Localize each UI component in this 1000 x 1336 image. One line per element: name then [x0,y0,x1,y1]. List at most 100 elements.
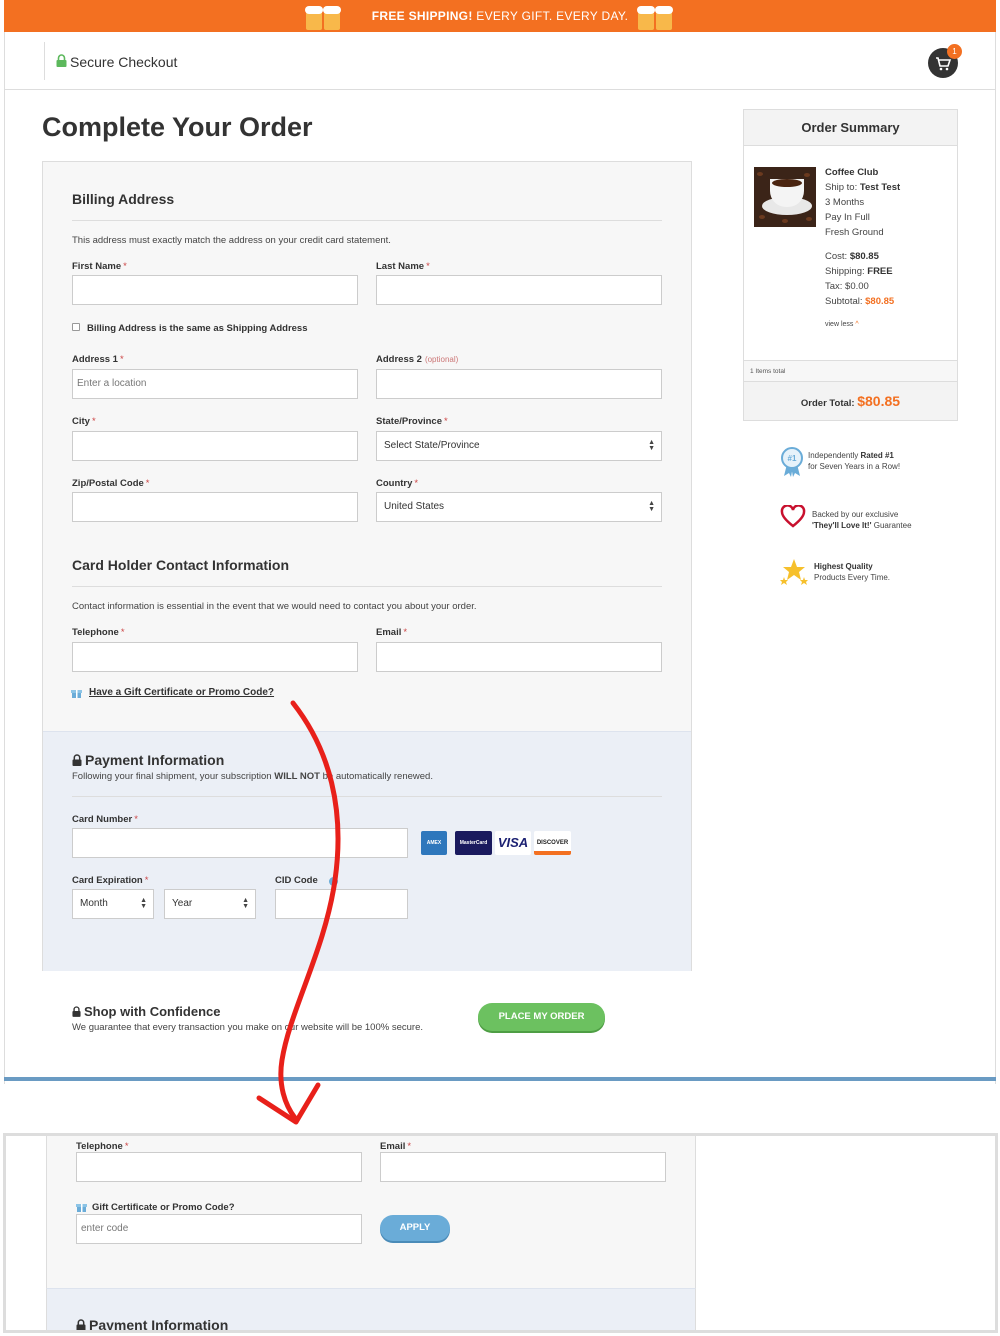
gift-icon [71,690,82,698]
stars-icon [780,559,808,585]
promo-code-input[interactable]: enter code [76,1214,362,1244]
select-arrows-icon: ▲ ▼ [648,500,655,513]
promo-banner: FREE SHIPPING! EVERY GIFT. EVERY DAY. [4,0,996,32]
duration: 3 Months [825,197,865,208]
address1-input[interactable]: Enter a location [72,369,358,399]
select-arrows-icon: ▲ ▼ [140,897,147,910]
telephone-input[interactable] [72,642,358,672]
card-number-input[interactable] [72,828,408,858]
state-label: State/Province * [376,416,448,427]
zoomed-detail: Telephone * Email * Gift Certificate or Pr… [3,1133,998,1333]
amex-logo-icon: AMEX [421,831,447,855]
discover-logo-icon: DISCOVER [534,831,571,855]
select-arrows-icon: ▲ ▼ [242,897,249,910]
promo-strong: FREE SHIPPING! [371,9,473,23]
product-name: Coffee Club [825,167,879,178]
same-as-shipping-checkbox[interactable] [72,323,80,331]
zoom-email-label: Email * [380,1141,412,1152]
grind-type: Fresh Ground [825,227,884,238]
country-select[interactable]: United States ▲ ▼ [376,492,662,522]
footer-divider [4,1077,996,1081]
secure-checkout-title: Secure Checkout [70,54,178,70]
year-select[interactable]: Year ▲ ▼ [164,889,256,919]
lock-icon [76,1319,86,1330]
promo-rest: EVERY GIFT. EVERY DAY. [472,9,629,23]
badge-text: Independently Rated #1 for Seven Years in… [808,451,901,471]
help-icon[interactable] [329,877,338,886]
order-total: Order Total: $80.85 [744,382,957,420]
apply-button[interactable]: APPLY [380,1215,450,1241]
city-input[interactable] [72,431,358,461]
cost: Cost: $80.85 [825,251,879,262]
shipping: Shipping: FREE [825,266,893,277]
cid-code-label: CID Code [275,875,318,886]
visa-logo-icon: VISA [495,831,531,855]
order-summary-title: Order Summary [744,110,957,146]
payment-title: Payment Information [85,752,225,768]
zoom-telephone-label: Telephone * [76,1141,129,1152]
badge-text: Highest Quality Products Every Time. [814,562,891,582]
heart-icon [780,504,806,528]
lock-icon [72,1006,81,1017]
promo-code-link[interactable]: Have a Gift Certificate or Promo Code? [89,687,274,698]
billing-note: This address must exactly match the addr… [72,235,391,246]
confidence-title: Shop with Confidence [84,1004,221,1019]
confidence-note: We guarantee that every transaction you … [72,1022,423,1033]
contact-note: Contact information is essential in the … [72,601,477,612]
guarantee-badge: Backed by our exclusive 'They'll Love It!… [780,504,970,539]
country-label: Country * [376,478,419,489]
billing-address-title: Billing Address [72,191,175,207]
select-arrows-icon: ▲ ▼ [648,439,655,452]
tax: Tax: $0.00 [825,281,869,292]
order-summary: Order Summary Coffee Club Ship to: Test … [743,109,958,421]
beer-mug-icon [302,6,342,30]
svg-text:#1: #1 [788,454,797,463]
subtotal: Subtotal: $80.85 [825,296,895,307]
payment-note: Following your final shipment, your subs… [72,771,433,782]
card-expiration-label: Card Expiration * [72,875,149,886]
last-name-input[interactable] [376,275,662,305]
telephone-label: Telephone * [72,627,125,638]
rated-number-one-badge: #1 Independently Rated #1 for Seven Years… [780,446,970,480]
same-as-shipping-label: Billing Address is the same as Shipping … [87,323,308,334]
city-label: City * [72,416,96,427]
gift-icon [76,1204,87,1212]
first-name-input[interactable] [72,275,358,305]
coffee-cup-image [754,167,816,227]
checkout-form: Billing Address This address must exactl… [42,161,692,971]
chevron-up-icon: ^ [855,321,859,328]
beer-mug-icon [634,6,674,30]
zoom-payment-title: Payment Information [89,1317,229,1333]
award-ribbon-icon: #1 [781,447,803,477]
email-label: Email * [376,627,408,638]
zoom-telephone-input[interactable] [76,1152,362,1182]
lock-icon [72,754,82,766]
checkout-header: Secure Checkout 1 [4,32,996,90]
page-title: Complete Your Order [42,112,313,142]
contact-title: Card Holder Contact Information [72,557,290,573]
zip-label: Zip/Postal Code * [72,478,150,489]
mastercard-logo-icon: MasterCard [455,831,492,855]
zip-input[interactable] [72,492,358,522]
quality-badge: Highest Quality Products Every Time. [780,557,970,591]
state-select[interactable]: Select State/Province ▲ ▼ [376,431,662,461]
month-select[interactable]: Month ▲ ▼ [72,889,154,919]
address1-label: Address 1 * [72,354,124,365]
ship-to: Ship to: Test Test [825,182,901,193]
payment-plan: Pay In Full [825,212,870,223]
card-number-label: Card Number * [72,814,138,825]
last-name-label: Last Name * [376,261,430,272]
lock-icon [56,54,67,67]
badge-text: Backed by our exclusive 'They'll Love It!… [812,510,912,530]
payment-section: Payment Information Following your final… [43,731,691,971]
zoom-email-input[interactable] [380,1152,666,1182]
email-input[interactable] [376,642,662,672]
items-total: 1 Items total [744,360,957,382]
first-name-label: First Name * [72,261,127,272]
view-less-link[interactable]: view less ^ [825,321,859,328]
cid-code-input[interactable] [275,889,408,919]
place-order-button[interactable]: PLACE MY ORDER [478,1003,605,1031]
cart-count-badge: 1 [947,44,962,59]
promo-code-label: Gift Certificate or Promo Code? [92,1202,235,1213]
address2-input[interactable] [376,369,662,399]
